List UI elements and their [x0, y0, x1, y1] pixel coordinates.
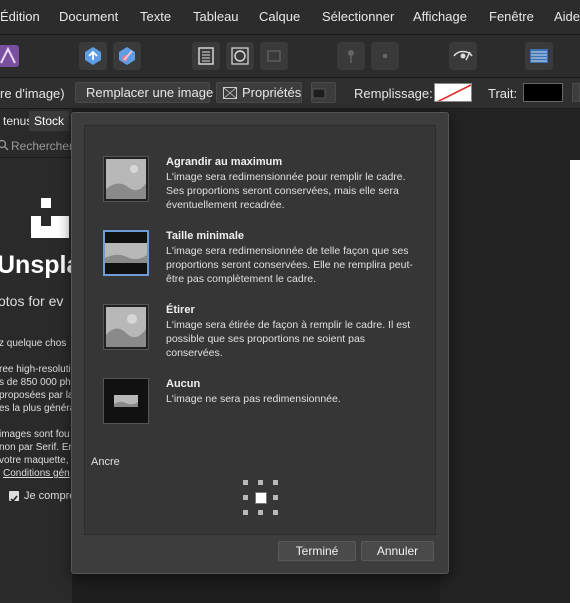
stroke-options-button[interactable] — [572, 83, 580, 102]
replace-image-button[interactable]: Remplacer une image — [75, 82, 213, 103]
menu-texte[interactable]: Texte — [140, 9, 171, 24]
menu-calque[interactable]: Calque — [259, 9, 300, 24]
stroke-label: Trait: — [488, 86, 518, 101]
document-page[interactable] — [570, 160, 580, 603]
anchor-top-left[interactable] — [243, 480, 248, 485]
option-title: Taille minimale — [166, 230, 245, 242]
panel-text-line: images sont fou — [0, 429, 70, 440]
fill-option-thumbnail[interactable] — [103, 156, 149, 202]
option-description: L'image sera redimensionnée de telle faç… — [166, 245, 413, 285]
frame-disabled-icon — [260, 42, 288, 70]
option-title: Aucun — [166, 378, 201, 390]
none-option-thumbnail[interactable] — [103, 378, 149, 424]
stroke-swatch[interactable] — [523, 83, 563, 102]
search-input[interactable]: Rechercher — [0, 135, 72, 158]
anchor-bottom-left[interactable] — [243, 510, 248, 515]
anchor-right[interactable] — [273, 495, 278, 500]
preview-icon[interactable] — [449, 42, 477, 70]
anchor-selector[interactable] — [243, 480, 279, 516]
agree-label: Je compre — [24, 490, 72, 502]
menu-aide[interactable]: Aide — [554, 9, 580, 24]
done-button[interactable]: Terminé — [278, 541, 356, 561]
dot-icon — [371, 42, 399, 70]
share-icon[interactable] — [79, 42, 107, 70]
image-icon — [223, 86, 237, 99]
toolbar — [0, 35, 580, 78]
option-description: L'image sera redimensionnée pour remplir… — [166, 171, 406, 211]
anchor-label: Ancre — [91, 456, 120, 468]
image-info-label: re d'image) — [0, 86, 65, 101]
anchor-bottom[interactable] — [258, 510, 263, 515]
wrap-icon[interactable] — [226, 42, 254, 70]
menu-bar: Édition Document Texte Tableau Calque Sé… — [0, 0, 580, 35]
panel-text-line: proposées par la — [0, 390, 72, 401]
properties-label: Propriétés — [242, 85, 302, 100]
search-placeholder: Rechercher — [11, 139, 72, 153]
option-description: L'image sera étirée de façon à remplir l… — [166, 319, 411, 359]
cancel-button[interactable]: Annuler — [361, 541, 434, 561]
panel-text-line: s de 850 000 pho — [0, 377, 72, 388]
stretch-option-thumbnail[interactable] — [103, 304, 149, 350]
search-icon — [0, 139, 9, 154]
anchor-bottom-right[interactable] — [273, 510, 278, 515]
menu-edition[interactable]: Édition — [0, 9, 40, 24]
stock-panel: tenus Stock Rechercher Unsplash otos for… — [0, 109, 72, 603]
panel-text-line: ree high-resoluti — [0, 364, 71, 375]
anchor-top[interactable] — [258, 480, 263, 485]
option-description: L'image ne sera pas redimensionnée. — [166, 393, 341, 405]
pin-icon — [337, 42, 365, 70]
fit-option-thumbnail[interactable] — [103, 230, 149, 276]
fill-label: Remplissage: — [354, 86, 433, 101]
scale-options: Agrandir au maximum L'image sera redimen… — [84, 125, 436, 449]
anchor-left[interactable] — [243, 495, 248, 500]
menu-tableau[interactable]: Tableau — [193, 9, 239, 24]
panel-text-line: votre maquette, — [0, 455, 69, 466]
unsplash-logo — [31, 198, 69, 238]
anchor-top-right[interactable] — [273, 480, 278, 485]
brand-tagline: otos for ev — [0, 293, 64, 309]
baseline-grid-icon[interactable] — [525, 42, 553, 70]
menu-fenetre[interactable]: Fenêtre — [489, 9, 534, 24]
menu-document[interactable]: Document — [59, 9, 118, 24]
panel-text-line: z quelque chos — [0, 338, 67, 349]
context-toolbar: re d'image) Remplacer une image Propriét… — [0, 78, 580, 109]
persona-icon[interactable] — [0, 42, 22, 70]
properties-button[interactable]: Propriétés — [216, 82, 302, 103]
frame-options-button[interactable] — [311, 82, 336, 103]
anchor-center[interactable] — [255, 492, 267, 504]
fill-swatch[interactable] — [434, 83, 472, 102]
terms-link[interactable]: Conditions gén — [3, 468, 70, 479]
panel-text-line: non par Serif. En — [0, 442, 72, 453]
menu-selectionner[interactable]: Sélectionner — [322, 9, 394, 24]
menu-affichage[interactable]: Affichage — [413, 9, 467, 24]
panel-text-line: es la plus généra — [0, 403, 72, 414]
brand-name: Unsplash — [0, 251, 72, 279]
document-canvas[interactable] — [440, 109, 580, 603]
agree-checkbox[interactable] — [9, 491, 19, 503]
image-properties-popover: Agrandir au maximum L'image sera redimen… — [71, 112, 449, 574]
anchor-section: Ancre — [84, 446, 436, 535]
page-frame-icon[interactable] — [192, 42, 220, 70]
option-title: Agrandir au maximum — [166, 156, 283, 168]
option-title: Étirer — [166, 304, 195, 316]
assets-icon[interactable] — [113, 42, 141, 70]
tab-stock[interactable]: Stock — [29, 111, 70, 131]
